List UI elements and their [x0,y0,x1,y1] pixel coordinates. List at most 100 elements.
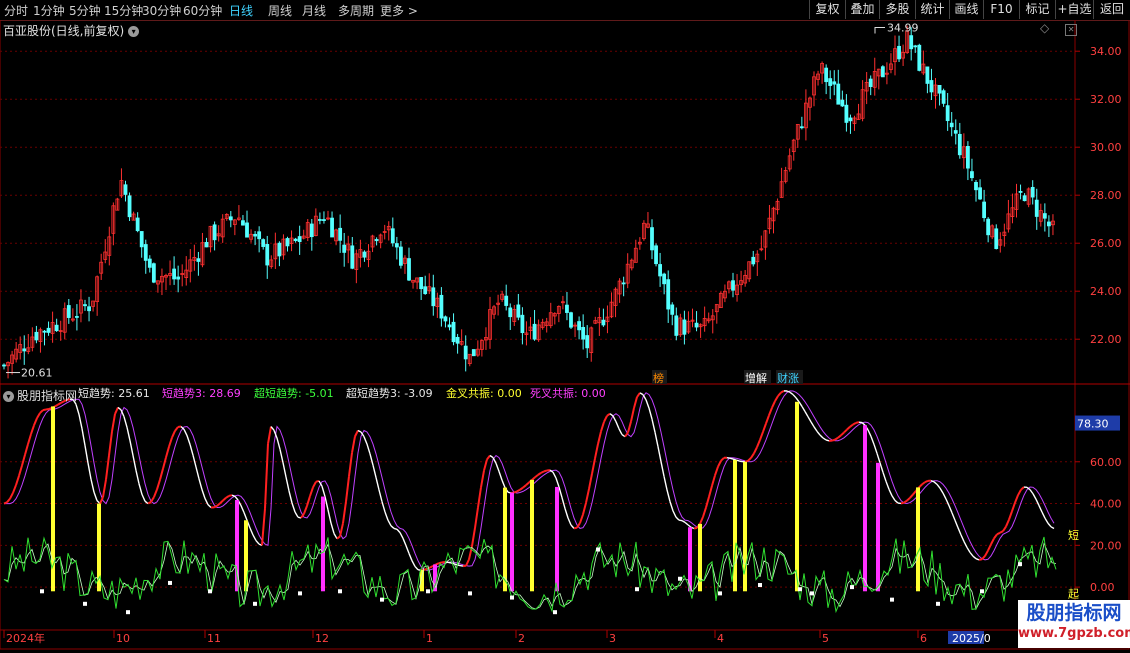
indicator-name: 股朋指标网 [17,389,77,403]
period-tab-5[interactable]: 60分钟 [183,2,222,19]
series-short-trend [475,507,478,528]
series-short-trend [364,437,367,444]
series-short-trend [925,481,928,482]
series-short-trend [34,418,37,425]
candle-body [322,220,325,221]
candle-body [375,239,378,240]
toolbar-button-5[interactable]: F10 [983,0,1019,19]
series-short-trend [265,444,268,509]
candle-body [517,305,520,317]
indicator-param: 短趋势3: 28.69 [162,386,241,400]
candle-body [452,322,455,341]
candle-body [683,320,686,334]
series-short-trend [1000,531,1003,533]
chart-canvas[interactable]: 34.0032.0030.0028.0026.0024.0022.0034.99… [0,20,1130,650]
candle-body [918,45,921,70]
series-short-trend [1018,490,1021,495]
series-short-trend [994,534,997,538]
series-short-trend [343,502,346,524]
series-short-trend [730,458,733,459]
candle-body [424,287,427,294]
period-tab-4[interactable]: 30分钟 [142,2,181,19]
period-tab-10[interactable]: 更多 > [380,2,418,19]
golden-cross-bar [733,460,737,591]
candle-body [942,91,945,104]
toolbar-button-7[interactable]: +自选 [1055,0,1093,19]
candle-body [391,229,394,243]
price-axis-label: 24.00 [1090,285,1122,298]
candle-body [472,350,475,356]
time-axis-label: 3 [609,632,616,645]
series-short-trend [22,455,25,466]
candle-body [75,316,78,317]
period-tab-0[interactable]: 分时 [4,2,28,19]
candle-body [667,280,670,309]
series-short-trend [685,522,688,525]
chevron-down-icon[interactable]: ▾ [128,26,139,37]
signal-marker [426,589,430,593]
indicator-axis-label: 60.00 [1090,456,1122,469]
period-tab-2[interactable]: 5分钟 [69,2,101,19]
series-short-trend [793,395,796,398]
candle-body [432,288,435,306]
signal-marker [810,591,814,595]
close-icon[interactable]: ✕ [1065,24,1077,36]
candle-body [505,296,508,305]
candle-body [241,221,244,225]
signal-marker [850,585,854,589]
series-short-trend [115,407,118,413]
series-short-trend [874,444,877,453]
series-short-trend [538,473,541,475]
toolbar-button-0[interactable]: 复权 [809,0,845,19]
candle-body [975,182,978,189]
candle-body [1019,191,1022,192]
candle-body [881,67,884,77]
candle-body [331,218,334,237]
series-short-trend [826,440,829,441]
indicator-menu-icon[interactable]: ▾ [3,391,14,402]
series-short-trend [745,461,748,462]
series-short-trend [955,520,958,527]
indicator-param: 短趋势: 25.61 [78,386,150,400]
indicator-axis-label: 0.00 [1090,581,1115,594]
series-short-trend [391,526,394,529]
candle-body [983,202,986,218]
series-short-trend [688,525,691,527]
series-short-trend [673,511,676,517]
diamond-icon[interactable]: ◇ [1040,21,1049,35]
series-short-trend [484,459,487,470]
series-short-trend [169,438,172,447]
series-short-trend [1009,511,1012,519]
death-cross-bar [321,497,325,592]
candle-body [88,307,91,311]
series-short-trend [922,482,925,484]
toolbar-button-4[interactable]: 画线 [949,0,983,19]
series-short-trend [841,432,844,435]
period-tab-6[interactable]: 日线 [229,2,253,19]
series-short-trend [172,431,175,438]
event-tag: 财涨 [777,371,799,385]
series-short-trend [790,392,793,394]
series-short-trend [412,561,415,567]
candle-body [286,238,289,245]
signal-marker [890,598,894,602]
candle-body [1023,196,1026,201]
series-short-trend [640,393,643,395]
toolbar-button-8[interactable]: 返回 [1093,0,1130,19]
period-tab-1[interactable]: 1分钟 [33,2,65,19]
period-tab-9[interactable]: 多周期 [338,2,374,19]
series-short-trend [502,480,505,487]
series-short-trend [631,408,634,422]
period-tab-3[interactable]: 15分钟 [104,2,143,19]
series-short-trend [328,510,331,523]
toolbar-button-6[interactable]: 标记 [1019,0,1055,19]
series-short-trend [814,427,817,431]
series-short-trend [820,435,823,438]
series-short-trend [718,461,721,467]
period-tab-7[interactable]: 周线 [268,2,292,19]
period-tab-8[interactable]: 月线 [302,2,326,19]
toolbar-button-3[interactable]: 统计 [915,0,949,19]
toolbar-button-2[interactable]: 多股 [879,0,915,19]
series-short-trend [322,486,325,496]
toolbar-button-1[interactable]: 叠加 [845,0,879,19]
